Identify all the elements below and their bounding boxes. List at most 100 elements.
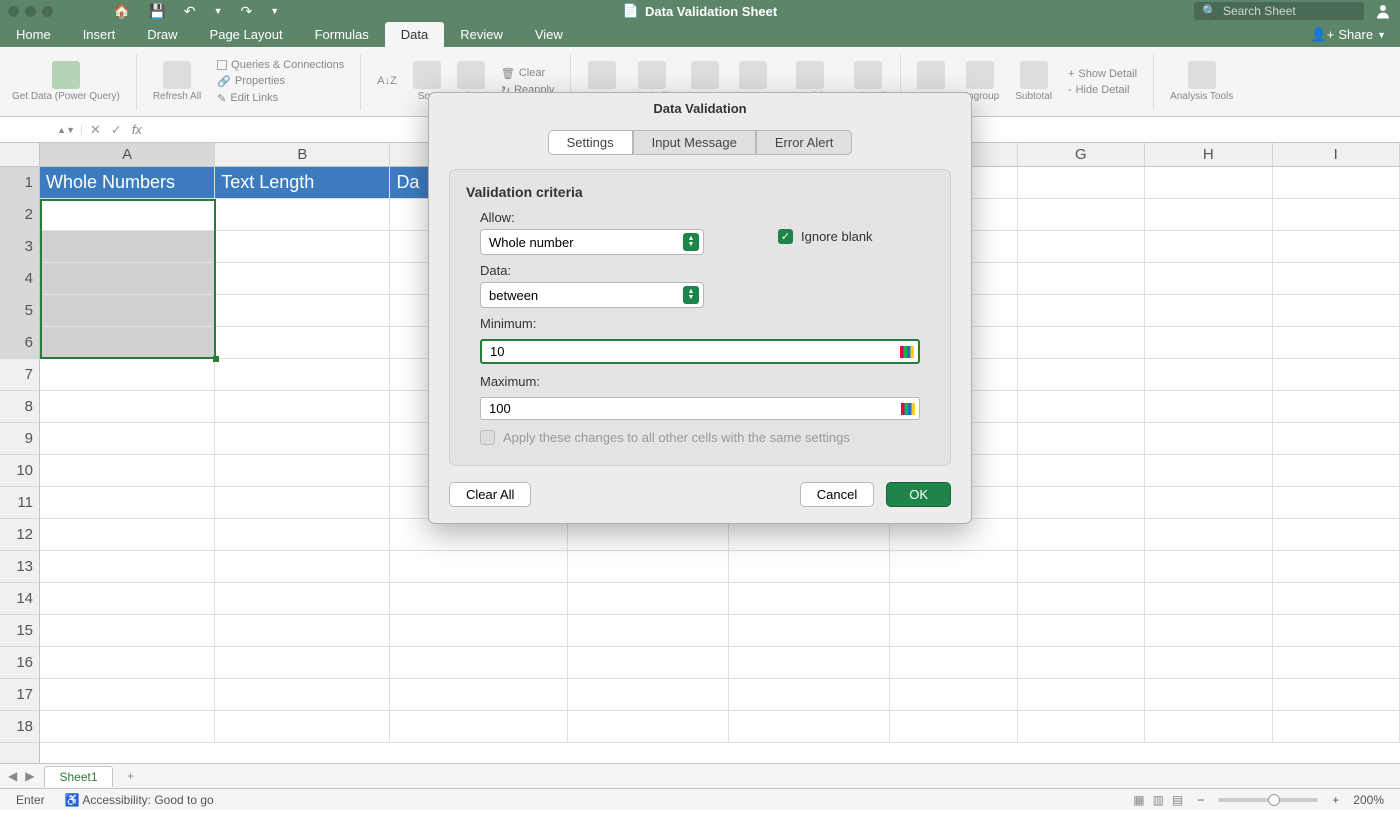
cell[interactable] xyxy=(890,711,1017,743)
cell[interactable] xyxy=(1018,583,1145,615)
allow-select[interactable]: Whole number ▲▼ xyxy=(480,229,704,255)
properties-button[interactable]: 🔗Properties xyxy=(213,74,348,89)
cell[interactable] xyxy=(1145,359,1272,391)
cell[interactable] xyxy=(1145,551,1272,583)
cell[interactable] xyxy=(890,679,1017,711)
cell[interactable] xyxy=(1145,679,1272,711)
row-header[interactable]: 17 xyxy=(0,679,39,711)
cell[interactable] xyxy=(40,519,215,551)
cell[interactable] xyxy=(215,583,390,615)
cell[interactable] xyxy=(1018,647,1145,679)
tab-review[interactable]: Review xyxy=(444,22,519,47)
cell[interactable] xyxy=(40,263,215,295)
page-break-view-icon[interactable]: ▤ xyxy=(1172,793,1183,807)
row-header[interactable]: 6 xyxy=(0,327,39,359)
clear-all-button[interactable]: Clear All xyxy=(449,482,531,507)
tab-home[interactable]: Home xyxy=(0,22,67,47)
column-header[interactable]: A xyxy=(40,143,215,166)
cell[interactable] xyxy=(390,647,567,679)
row-header[interactable]: 7 xyxy=(0,359,39,391)
cell[interactable] xyxy=(215,359,390,391)
cell[interactable] xyxy=(390,679,567,711)
hide-detail-button[interactable]: -Hide Detail xyxy=(1064,83,1141,97)
cell[interactable] xyxy=(1273,647,1400,679)
cell[interactable] xyxy=(1145,199,1272,231)
cell[interactable] xyxy=(729,615,890,647)
row-header[interactable]: 3 xyxy=(0,231,39,263)
row-header[interactable]: 8 xyxy=(0,391,39,423)
cell[interactable] xyxy=(215,647,390,679)
cell[interactable] xyxy=(1145,391,1272,423)
cell[interactable] xyxy=(1018,423,1145,455)
tab-formulas[interactable]: Formulas xyxy=(299,22,385,47)
cell[interactable] xyxy=(215,327,390,359)
column-header[interactable]: I xyxy=(1273,143,1400,166)
cell[interactable] xyxy=(1018,679,1145,711)
row-header[interactable]: 15 xyxy=(0,615,39,647)
minimize-window-icon[interactable] xyxy=(25,6,36,17)
zoom-in-button[interactable]: + xyxy=(1332,793,1339,807)
cell[interactable] xyxy=(215,263,390,295)
cell[interactable] xyxy=(1018,711,1145,743)
cell[interactable] xyxy=(1145,519,1272,551)
row-header[interactable]: 9 xyxy=(0,423,39,455)
cell[interactable] xyxy=(568,551,729,583)
subtotal-button[interactable]: Subtotal xyxy=(1011,59,1056,104)
cell[interactable] xyxy=(1018,167,1145,199)
page-layout-view-icon[interactable]: ▥ xyxy=(1153,793,1164,807)
cell[interactable] xyxy=(568,711,729,743)
cell[interactable] xyxy=(40,231,215,263)
search-input[interactable] xyxy=(1223,4,1356,18)
cell[interactable] xyxy=(40,679,215,711)
cell[interactable] xyxy=(40,359,215,391)
cell[interactable] xyxy=(215,615,390,647)
cell[interactable] xyxy=(390,551,567,583)
row-header[interactable]: 12 xyxy=(0,519,39,551)
cell[interactable] xyxy=(1273,455,1400,487)
cell[interactable] xyxy=(890,615,1017,647)
cell[interactable] xyxy=(1145,167,1272,199)
cell[interactable] xyxy=(1273,519,1400,551)
cell[interactable] xyxy=(729,679,890,711)
save-icon[interactable]: 💾 xyxy=(148,3,165,20)
cell[interactable] xyxy=(215,487,390,519)
cell[interactable] xyxy=(1273,487,1400,519)
row-header[interactable]: 4 xyxy=(0,263,39,295)
cell[interactable] xyxy=(890,551,1017,583)
column-header[interactable]: H xyxy=(1145,143,1272,166)
close-window-icon[interactable] xyxy=(8,6,19,17)
column-header[interactable]: B xyxy=(215,143,390,166)
edit-links-button[interactable]: ✎Edit Links xyxy=(213,91,348,106)
cell[interactable] xyxy=(1145,231,1272,263)
cell[interactable] xyxy=(1145,295,1272,327)
selection-handle[interactable] xyxy=(213,356,219,362)
row-header[interactable]: 2 xyxy=(0,199,39,231)
cell[interactable] xyxy=(215,551,390,583)
cell[interactable] xyxy=(1273,679,1400,711)
cell[interactable] xyxy=(1145,327,1272,359)
cell[interactable] xyxy=(568,615,729,647)
cell[interactable] xyxy=(215,295,390,327)
cell[interactable] xyxy=(40,423,215,455)
cell[interactable] xyxy=(1018,551,1145,583)
cell[interactable] xyxy=(1018,391,1145,423)
queries-connections-button[interactable]: Queries & Connections xyxy=(213,58,348,72)
cell[interactable] xyxy=(1273,327,1400,359)
cell[interactable] xyxy=(1273,583,1400,615)
cell[interactable] xyxy=(1018,615,1145,647)
tab-page-layout[interactable]: Page Layout xyxy=(194,22,299,47)
dropdown-icon[interactable]: ▼ xyxy=(214,6,223,16)
get-data-button[interactable]: Get Data (Power Query) xyxy=(8,59,124,104)
cell[interactable] xyxy=(1018,359,1145,391)
next-sheet-icon[interactable]: ▶ xyxy=(25,769,34,783)
cancel-button[interactable]: Cancel xyxy=(800,482,874,507)
cell[interactable] xyxy=(1273,423,1400,455)
share-button[interactable]: 👤+ Share ▼ xyxy=(1297,22,1400,47)
cell[interactable] xyxy=(215,679,390,711)
cell[interactable] xyxy=(1145,455,1272,487)
analysis-tools-button[interactable]: Analysis Tools xyxy=(1166,59,1237,104)
ok-button[interactable]: OK xyxy=(886,482,951,507)
cell[interactable] xyxy=(40,551,215,583)
row-header[interactable]: 13 xyxy=(0,551,39,583)
cell[interactable] xyxy=(1273,295,1400,327)
